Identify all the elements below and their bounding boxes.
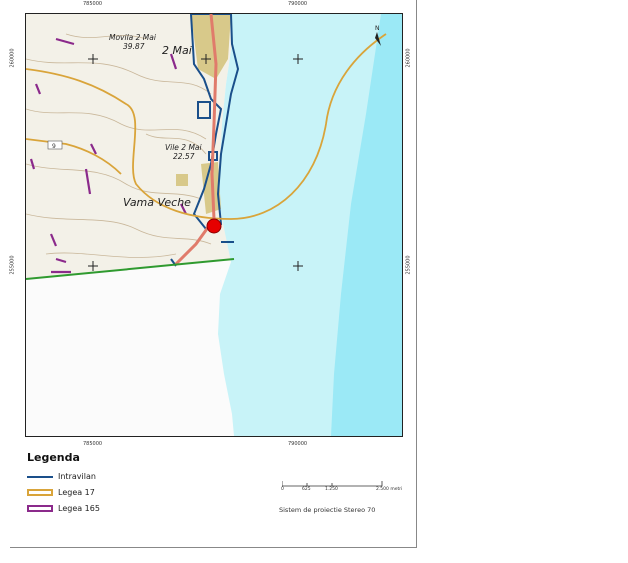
- projection-label: Sistem de proiectie Stereo 70: [279, 506, 376, 514]
- legend-title: Legenda: [27, 451, 80, 464]
- legend-label-legea17: Legea 17: [58, 488, 95, 497]
- x-tick-bottom-785000: 785000: [83, 441, 103, 447]
- legend-swatch-legea17: [27, 489, 53, 496]
- place-label-vama-veche: Vama Veche: [123, 196, 191, 209]
- place-label-vile-2-mai: Vile 2 Mai: [165, 143, 202, 152]
- y-tick-left-255000: 255000: [9, 255, 16, 275]
- y-tick-right-255000: 255000: [405, 255, 412, 275]
- place-value-movila: 39.87: [123, 42, 145, 51]
- scale-label-1250: 1.250: [325, 487, 338, 492]
- map-sheet: 785000 790000 785000 790000 260000 25500…: [10, 0, 417, 548]
- north-label: N: [375, 25, 380, 32]
- scale-label-2500: 2.500 metri: [376, 487, 403, 492]
- location-marker[interactable]: [206, 218, 222, 234]
- x-tick-top-790000: 790000: [288, 1, 308, 7]
- map-frame[interactable]: 9 N Movila 2 Mai 39.87 2 Mai Vile 2 Mai …: [25, 13, 403, 437]
- y-tick-right-260000: 260000: [405, 48, 412, 68]
- legend-label-legea165: Legea 165: [58, 504, 100, 513]
- place-label-2-mai: 2 Mai: [162, 44, 192, 57]
- legend-swatch-legea165: [27, 505, 53, 512]
- place-value-vile-2-mai: 22.57: [173, 152, 195, 161]
- road-number: 9: [52, 143, 56, 150]
- place-label-movila: Movila 2 Mai: [109, 33, 156, 42]
- scale-label-625: 625: [302, 487, 311, 492]
- legend-swatch-intravilan: [27, 476, 53, 478]
- legend-label-intravilan: Intravilan: [58, 472, 96, 481]
- scale-label-0: 0: [281, 487, 284, 492]
- y-tick-left-260000: 260000: [9, 48, 16, 68]
- x-tick-top-785000: 785000: [83, 1, 103, 7]
- x-tick-bottom-790000: 790000: [288, 441, 308, 447]
- map-canvas[interactable]: 9 N: [26, 14, 402, 436]
